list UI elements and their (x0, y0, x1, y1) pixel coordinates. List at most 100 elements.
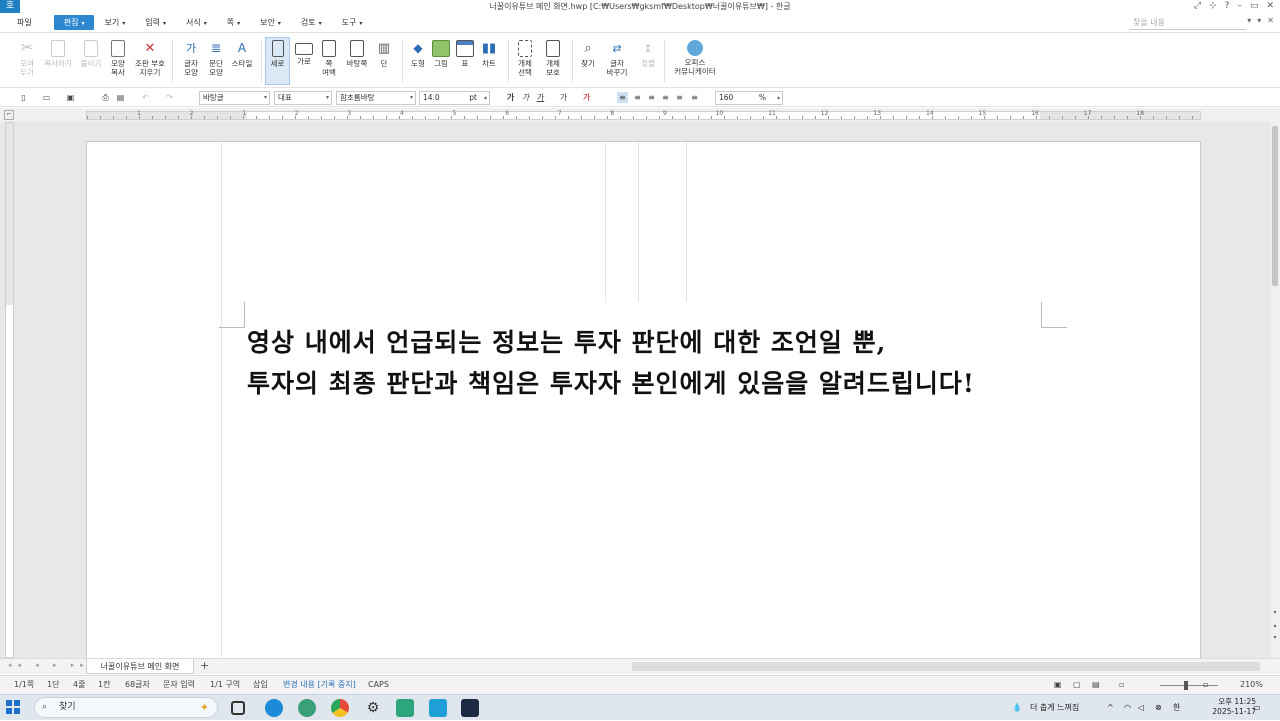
scrollbar-thumb[interactable] (1272, 126, 1278, 286)
align-distribute-icon[interactable]: ≡ (674, 92, 685, 103)
doc-close-icon[interactable]: ✕ (1267, 16, 1274, 25)
pin-icon[interactable]: ⊹ (1209, 0, 1217, 13)
view-web-icon[interactable]: ▢ (1073, 676, 1081, 694)
copy-button[interactable]: 복사하기 (40, 38, 76, 68)
tray-expand-icon[interactable]: ^ (1107, 695, 1114, 721)
vertical-ruler[interactable] (5, 122, 14, 658)
spinner-icon[interactable]: ▴ (484, 92, 487, 104)
wifi-icon[interactable]: ◠ (1124, 695, 1131, 721)
maximize-button[interactable]: ▭ (1250, 0, 1259, 13)
zoom-out-icon[interactable]: ▫ (1119, 676, 1124, 694)
edge-browser-icon[interactable] (265, 699, 283, 717)
new-doc-icon[interactable]: ▯ (18, 92, 29, 103)
zoom-input[interactable]: 160 % ▴ (715, 91, 783, 105)
view-normal-icon[interactable]: ▣ (1054, 676, 1062, 694)
find-input[interactable]: 찾을 내용 (1130, 16, 1246, 30)
close-button[interactable]: ✕ (1266, 0, 1274, 13)
tab-document[interactable]: 너꿀이유튜브 메인 화면 (86, 659, 194, 674)
font-color-icon[interactable]: 가 (581, 92, 592, 103)
replace-button[interactable]: ⇄ 글자 바꾸기 (602, 38, 632, 77)
office-communicator-button[interactable]: 오피스 커뮤니케이터 (671, 38, 719, 76)
open-folder-icon[interactable]: ▭ (41, 92, 52, 103)
tray-status-icon[interactable]: ⊗ (1155, 695, 1162, 721)
zoom-in-icon[interactable]: ▫ (1203, 676, 1208, 694)
view-full-icon[interactable]: ▤ (1092, 676, 1100, 694)
document-line-1[interactable]: 영상 내에서 언급되는 정보는 투자 판단에 대한 조언일 뿐, (247, 322, 975, 363)
chart-button[interactable]: ▮▮ 차트 (474, 38, 504, 68)
align-split-icon[interactable]: ≡ (689, 92, 700, 103)
preview-icon[interactable]: ▤ (115, 92, 126, 103)
paste-button[interactable]: 붙이기 (76, 38, 106, 68)
ime-language-icon[interactable]: 한 (1173, 695, 1180, 721)
app-icon-green[interactable] (396, 699, 414, 717)
background-page-button[interactable]: 바탕쪽 (342, 38, 372, 68)
notification-icon[interactable]: ▭ (1253, 695, 1261, 721)
bold-icon[interactable]: 가 (505, 92, 516, 103)
menu-page[interactable]: 쪽 ▾ (217, 15, 250, 30)
format-copy-button[interactable]: 모양 복사 (103, 38, 133, 77)
menu-insert[interactable]: 입력 ▾ (135, 15, 176, 30)
weather-text[interactable]: 더 춥게 느껴짐 (1030, 695, 1079, 721)
object-select-button[interactable]: 개체 선택 (510, 38, 540, 77)
status-track-changes[interactable]: 변경 내용 [기록 중지] (283, 676, 356, 694)
menu-edit[interactable]: 편집 ▾ (53, 15, 95, 30)
tab-navigation[interactable]: ◂◂ ◂ ▸ ▸▸ (8, 661, 90, 669)
menu-format[interactable]: 서식 ▾ (176, 15, 217, 30)
align-justify-icon[interactable]: ≡ (617, 92, 628, 103)
settings-gear-icon[interactable]: ⚙ (364, 699, 382, 717)
align-right-icon[interactable]: ≡ (660, 92, 671, 103)
volume-icon[interactable]: ◁ (1138, 695, 1144, 721)
minimize-button[interactable]: – (1237, 0, 1242, 13)
task-view-icon[interactable] (231, 701, 245, 715)
document-page[interactable]: 영상 내에서 언급되는 정보는 투자 판단에 대한 조언일 뿐, 투자의 최종 … (86, 141, 1201, 658)
help-icon[interactable]: ? (1225, 0, 1230, 13)
style-select[interactable]: 바탕글 ▾ (199, 91, 270, 105)
menu-file[interactable]: 파일 (0, 15, 46, 30)
fullscreen-icon[interactable]: ⤢ (1194, 0, 1201, 13)
sort-button[interactable]: ↕ 정렬 (633, 38, 663, 68)
font-size-input[interactable]: 14.0 pt ▴ (419, 91, 490, 105)
print-icon[interactable]: ⎙ (100, 92, 111, 103)
terminal-app-icon[interactable] (461, 699, 479, 717)
menu-security[interactable]: 보안 ▾ (250, 15, 291, 30)
align-left-icon[interactable]: ≡ (632, 92, 643, 103)
zoom-slider-knob[interactable] (1184, 681, 1188, 690)
zoom-slider[interactable] (1160, 685, 1218, 686)
portrait-button[interactable]: 세로 (265, 37, 290, 85)
status-insert[interactable]: 삽입 (253, 676, 268, 694)
weather-icon[interactable]: 💧 (1012, 695, 1022, 721)
chrome-icon[interactable] (331, 699, 349, 717)
document-body-text[interactable]: 영상 내에서 언급되는 정보는 투자 판단에 대한 조언일 뿐, 투자의 최종 … (247, 322, 975, 404)
status-zoom[interactable]: 210% (1240, 676, 1263, 694)
hwp-taskbar-icon[interactable] (429, 699, 447, 717)
cut-button[interactable]: ✂ 오려 두기 (12, 38, 42, 77)
scroll-down-icon[interactable]: ▾ (1271, 609, 1279, 617)
search-dropdown-icon[interactable]: ▾ (1247, 16, 1251, 25)
redo-icon[interactable]: ↷ (164, 92, 175, 103)
page-margin-button[interactable]: 쪽 여백 (314, 38, 344, 77)
language-select[interactable]: 대표 ▾ (274, 91, 332, 105)
save-icon[interactable]: ▣ (65, 92, 76, 103)
add-tab-button[interactable]: + (200, 660, 209, 672)
edge-alt-browser-icon[interactable] (298, 699, 316, 717)
taskbar-clock[interactable]: 오후 11:25 2025-11-17 (1212, 697, 1256, 717)
taskbar-search-input[interactable]: ⌕ 찾기 ✦ (34, 697, 218, 718)
status-page[interactable]: 1/1쪽 (14, 676, 34, 694)
menu-view[interactable]: 보기 ▾ (94, 15, 135, 30)
undo-icon[interactable]: ↶ (140, 92, 151, 103)
horizontal-scrollbar[interactable] (632, 662, 1260, 671)
underline-icon[interactable]: 가 (535, 92, 546, 103)
spinner-icon[interactable]: ▴ (777, 92, 780, 104)
horizontal-ruler[interactable]: 1 2 1 2 3 4 5 6 7 8 9 10 11 12 13 14 15 16 17 18 (86, 110, 1201, 120)
document-line-2[interactable]: 투자의 최종 판단과 책임은 투자자 본인에게 있음을 알려드립니다! (247, 363, 975, 404)
object-protect-button[interactable]: 개체 보호 (538, 38, 568, 77)
prev-page-icon[interactable]: ▴ (1271, 622, 1279, 630)
strikethrough-icon[interactable]: 가 (558, 92, 569, 103)
style-button[interactable]: A 스타일 (227, 38, 257, 68)
windows-start-icon[interactable] (6, 700, 20, 714)
find-button[interactable]: ⌕ 찾기 (573, 38, 603, 68)
ribbon-toggle-icon[interactable]: ▾ (1257, 16, 1261, 25)
erase-marks-button[interactable]: ✕ 조판 부호 지우기 (132, 38, 168, 77)
ruler-corner-icon[interactable]: ⌐ (4, 110, 14, 120)
next-page-icon[interactable]: ▾ (1271, 634, 1279, 642)
